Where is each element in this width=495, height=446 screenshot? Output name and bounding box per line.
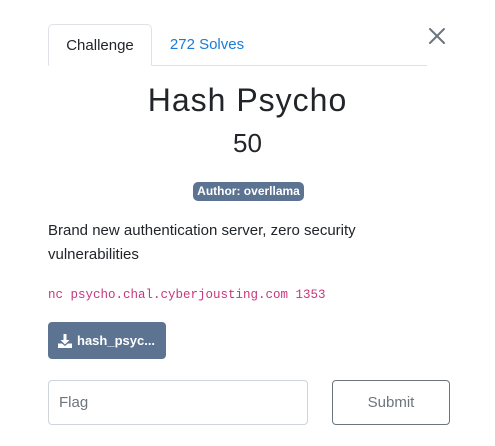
tab-challenge[interactable]: Challenge — [48, 24, 152, 66]
file-download-button[interactable]: hash_psyc... — [48, 322, 166, 359]
file-name-label: hash_psyc... — [77, 333, 156, 348]
tab-solves[interactable]: 272 Solves — [152, 24, 262, 66]
challenge-points: 50 — [233, 128, 262, 158]
challenge-description: Brand new authentication server, zero se… — [48, 222, 356, 263]
submit-button[interactable]: Submit — [332, 380, 450, 425]
challenge-tabs: Challenge 272 Solves — [48, 24, 427, 66]
close-button[interactable] — [425, 24, 449, 48]
flag-input[interactable] — [48, 380, 308, 425]
close-icon — [429, 28, 445, 44]
download-icon — [58, 333, 72, 348]
challenge-title: Hash Psycho — [147, 82, 348, 118]
connection-command: nc psycho.chal.cyberjousting.com 1353 — [48, 288, 326, 302]
challenge-modal: Challenge 272 Solves Hash Psycho 50 Auth… — [0, 0, 495, 446]
author-badge: Author: overllama — [193, 182, 304, 201]
